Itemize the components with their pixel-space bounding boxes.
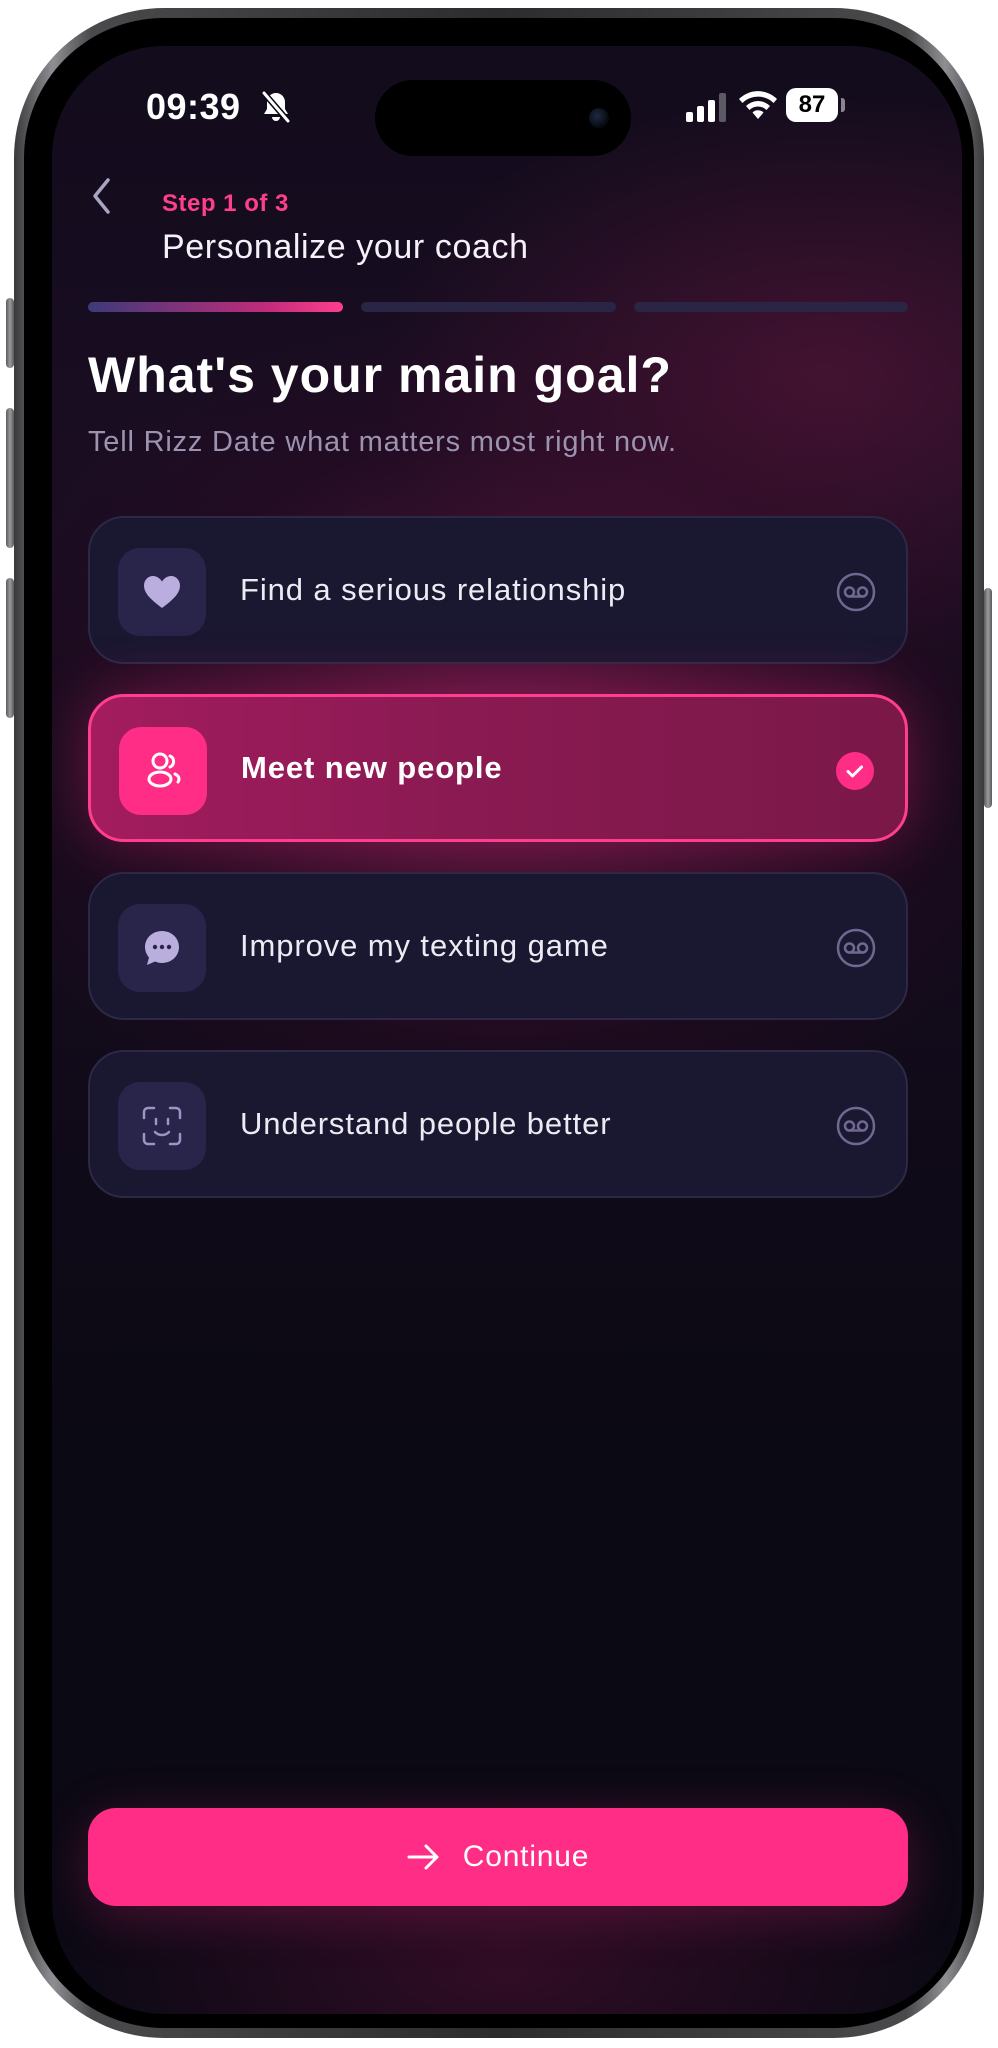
option-label: Understand people better xyxy=(240,1106,612,1141)
arrow-right-icon xyxy=(407,1843,441,1871)
bell-slash-icon xyxy=(260,90,292,129)
people-icon xyxy=(147,752,181,788)
unselected-radio-icon xyxy=(836,572,876,612)
battery-tip xyxy=(841,98,845,112)
option-find-serious-relationship[interactable]: Find a serious relationship xyxy=(88,516,908,664)
option-label: Find a serious relationship xyxy=(240,572,627,607)
battery-icon: 87 xyxy=(786,88,838,122)
continue-label: Continue xyxy=(462,1840,590,1873)
face-scan-icon xyxy=(142,1106,182,1146)
option-icon-box xyxy=(118,548,206,636)
chevron-left-icon xyxy=(93,178,110,214)
option-label: Improve my texting game xyxy=(240,928,609,963)
option-label: Meet new people xyxy=(241,750,503,785)
power-button xyxy=(984,588,992,808)
progress-segment-2 xyxy=(361,302,616,312)
continue-button[interactable]: Continue xyxy=(88,1808,908,1906)
volume-down-button xyxy=(6,578,14,718)
background-glow-bottom xyxy=(52,1594,962,2014)
page-title: What's your main goal? xyxy=(88,347,672,403)
unselected-radio-icon xyxy=(836,928,876,968)
screen: 09:39 87 Step 1 of 3 Personalize your co… xyxy=(52,46,962,2014)
unselected-radio-icon xyxy=(836,1106,876,1146)
signal-icon xyxy=(686,92,730,127)
option-icon-box xyxy=(119,727,207,815)
status-time: 09:39 xyxy=(146,86,241,127)
progress-segment-1 xyxy=(88,302,343,312)
wifi-icon xyxy=(738,89,778,126)
heart-icon xyxy=(144,576,180,608)
action-button xyxy=(6,298,14,368)
back-button[interactable] xyxy=(76,166,126,226)
progress-segment-3 xyxy=(634,302,908,312)
option-improve-texting-game[interactable]: Improve my texting game xyxy=(88,872,908,1020)
option-meet-new-people[interactable]: Meet new people xyxy=(88,694,908,842)
option-icon-box xyxy=(118,1082,206,1170)
chat-bubble-icon xyxy=(145,931,179,965)
option-understand-people-better[interactable]: Understand people better xyxy=(88,1050,908,1198)
progress-fill xyxy=(88,302,343,312)
volume-up-button xyxy=(6,408,14,548)
header-title: Personalize your coach xyxy=(162,228,529,266)
check-circle-icon xyxy=(836,752,874,790)
step-indicator: Step 1 of 3 xyxy=(162,190,289,217)
dynamic-island xyxy=(375,80,631,156)
camera-icon xyxy=(589,108,609,128)
page-subtitle: Tell Rizz Date what matters most right n… xyxy=(88,426,677,458)
option-icon-box xyxy=(118,904,206,992)
